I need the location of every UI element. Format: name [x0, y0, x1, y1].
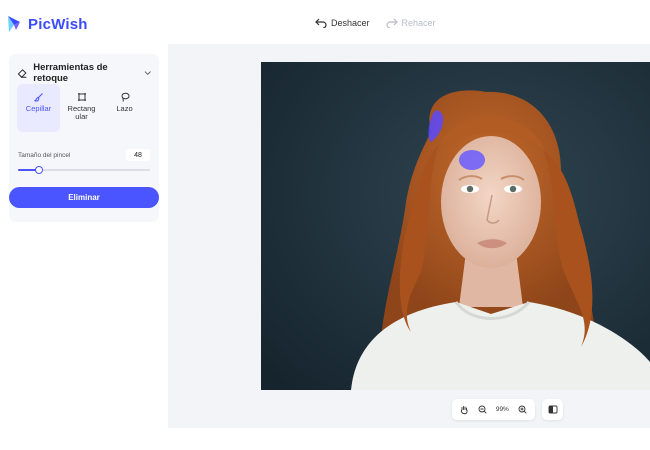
editable-photo-canvas[interactable]	[261, 62, 650, 390]
app-logo[interactable]: PicWish	[6, 14, 88, 34]
tool-lasso[interactable]: Lazo	[103, 84, 146, 132]
tool-label: Rectang ular	[67, 104, 96, 121]
redo-button[interactable]: Rehacer	[386, 18, 436, 28]
undo-button[interactable]: Deshacer	[315, 18, 370, 28]
picwish-logo-icon	[8, 16, 20, 32]
zoom-in-icon	[518, 405, 527, 414]
zoom-level: 99%	[495, 406, 509, 413]
brush-icon	[33, 93, 43, 102]
zoom-out-button[interactable]	[478, 405, 487, 414]
tool-rectangle[interactable]: Rectang ular	[60, 84, 103, 132]
compare-button[interactable]	[542, 399, 563, 420]
tool-label: Lazo	[116, 104, 133, 113]
brush-size-row: Tamaño del pincel 48	[18, 149, 150, 161]
redo-label: Rehacer	[401, 18, 436, 28]
hand-icon	[461, 405, 468, 414]
rectangle-select-icon	[77, 93, 86, 101]
chevron-down-icon	[144, 71, 151, 76]
redo-icon	[386, 18, 398, 28]
app-name: PicWish	[28, 15, 88, 33]
tool-selector: Cepillar Rectang ular Lazo	[17, 84, 146, 132]
pan-hand-button[interactable]	[460, 405, 469, 415]
remove-button[interactable]: Eliminar	[9, 187, 159, 208]
bottom-blank	[0, 428, 650, 450]
compare-icon	[548, 405, 557, 414]
eraser-icon	[17, 68, 27, 78]
brush-size-label: Tamaño del pincel	[18, 151, 71, 159]
lasso-icon	[121, 92, 129, 102]
zoom-toolbar: 99%	[452, 399, 535, 420]
top-bar: PicWish Deshacer Rehacer	[0, 0, 650, 44]
brush-size-input[interactable]: 48	[126, 149, 150, 161]
brush-stroke-mark	[459, 150, 485, 170]
portrait-image	[261, 62, 650, 390]
zoom-out-icon	[478, 405, 487, 414]
brush-size-slider[interactable]	[18, 166, 150, 174]
retouch-tools-dropdown[interactable]: Herramientas de retoque	[17, 62, 151, 84]
undo-label: Deshacer	[331, 18, 370, 28]
slider-thumb[interactable]	[35, 166, 43, 174]
zoom-in-button[interactable]	[518, 405, 527, 414]
tool-label: Cepillar	[25, 104, 52, 113]
panel-title: Herramientas de retoque	[33, 62, 108, 84]
history-controls: Deshacer Rehacer	[315, 18, 436, 28]
undo-icon	[315, 18, 327, 28]
tool-sidebar: Herramientas de retoque Cepillar Rectang…	[0, 44, 168, 428]
tool-brush[interactable]: Cepillar	[17, 84, 60, 132]
